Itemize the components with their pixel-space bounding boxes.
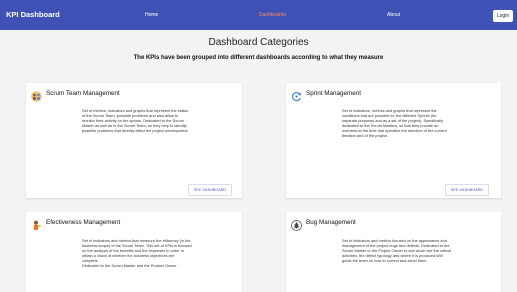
- card-title: Scrum Team Management: [46, 90, 120, 97]
- bug-icon: [291, 218, 302, 231]
- nav-link-about[interactable]: About: [387, 12, 400, 18]
- card-scrum-team-management: Scrum Team Management Set of metrics, in…: [26, 83, 242, 198]
- card-efectiveness-management: Efectiveness Management Set of indicator…: [26, 212, 242, 292]
- team-icon: [31, 89, 42, 102]
- page-subtitle: The KPIs have been grouped into differen…: [133, 55, 384, 61]
- sprint-cycle-icon: [291, 89, 302, 102]
- card-title: Efectiveness Management: [46, 219, 121, 226]
- card-description: Set of indicators, metrics and graphs th…: [342, 108, 447, 138]
- brand-title[interactable]: KPI Dashboard: [6, 10, 60, 19]
- see-dashboard-button[interactable]: SEE DASHBOARD: [188, 184, 232, 196]
- card-title: Sprint Management: [306, 90, 361, 97]
- nav-link-dashboards[interactable]: Dashboards: [259, 12, 286, 18]
- navbar: KPI Dashboard Home Dashboards About Logi…: [0, 0, 517, 30]
- page-title: Dashboard Categories: [208, 37, 309, 48]
- card-description: Set of metrics, indicators and graphs th…: [82, 108, 189, 133]
- see-dashboard-button[interactable]: SEE DASHBOARD: [445, 184, 489, 196]
- card-description: Set of indicators and metrics that measu…: [82, 238, 192, 268]
- card-description: Set of indicators and metrics focused on…: [342, 238, 451, 263]
- login-button[interactable]: Login: [493, 10, 513, 22]
- card-sprint-management: Sprint Management Set of indicators, met…: [286, 83, 501, 198]
- effectiveness-icon: [31, 218, 42, 230]
- nav-link-home[interactable]: Home: [145, 12, 158, 18]
- card-bug-management: Bug Management Set of indicators and met…: [286, 212, 501, 292]
- card-title: Bug Management: [306, 219, 356, 226]
